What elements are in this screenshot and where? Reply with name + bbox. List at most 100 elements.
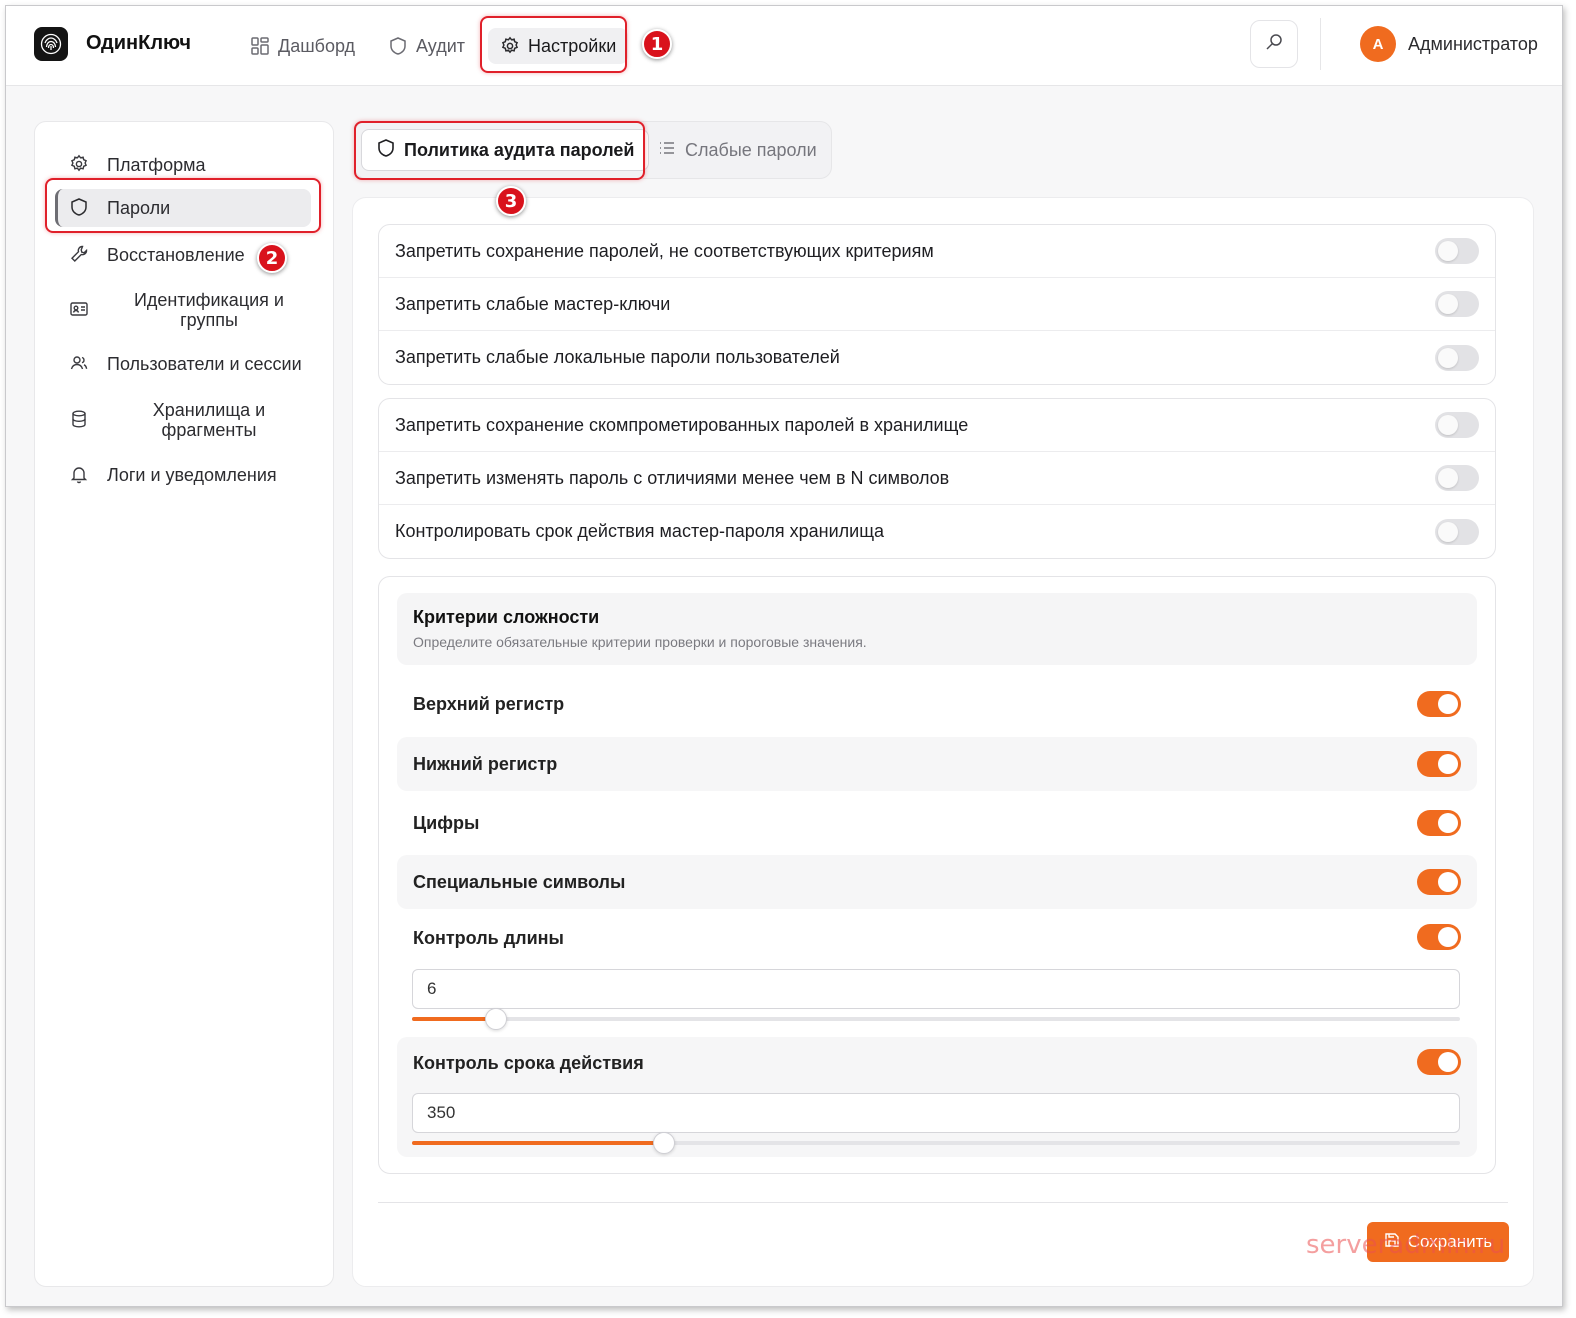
criteria-lowercase: Нижний регистр xyxy=(397,737,1477,791)
criteria-subtitle: Определите обязательные критерии проверк… xyxy=(413,634,867,650)
sidebar-item-identity[interactable]: Идентификация и группы xyxy=(55,288,311,332)
toggle-switch[interactable] xyxy=(1435,238,1479,264)
toggle-switch[interactable] xyxy=(1417,691,1461,717)
bell-icon xyxy=(69,464,91,486)
expiry-slider[interactable] xyxy=(412,1132,1460,1154)
policy-group-1: Запретить сохранение паролей, не соответ… xyxy=(378,224,1496,385)
shield-icon xyxy=(376,138,396,163)
shield-icon xyxy=(388,36,408,56)
setting-row: Запретить сохранение паролей, не соответ… xyxy=(379,225,1495,278)
setting-label: Запретить сохранение скомпрометированных… xyxy=(395,414,969,435)
header-divider xyxy=(1320,18,1321,70)
app-logo-icon[interactable] xyxy=(34,27,68,61)
sidebar-item-logs[interactable]: Логи и уведомления xyxy=(55,462,311,488)
user-name[interactable]: Администратор xyxy=(1408,34,1538,55)
setting-row: Запретить изменять пароль с отличиями ме… xyxy=(379,452,1495,505)
sidebar-item-passwords[interactable]: Пароли xyxy=(55,189,311,227)
tab-password-audit-policy[interactable]: Политика аудита паролей xyxy=(361,129,650,171)
criteria-title: Критерии сложности xyxy=(413,607,600,627)
search-button[interactable] xyxy=(1250,20,1298,68)
gear-icon xyxy=(500,36,520,56)
criteria-label: Контроль срока действия xyxy=(413,1053,644,1073)
toggle-switch[interactable] xyxy=(1417,751,1461,777)
shield-icon xyxy=(69,197,91,219)
wrench-icon xyxy=(69,244,91,266)
nav-settings-label: Настройки xyxy=(528,35,617,56)
setting-row: Запретить слабые мастер-ключи xyxy=(379,278,1495,331)
search-icon xyxy=(1264,32,1284,57)
save-icon xyxy=(1384,1232,1400,1253)
nav-audit-label: Аудит xyxy=(416,35,466,56)
toggle-switch[interactable] xyxy=(1435,518,1479,545)
database-icon xyxy=(69,409,91,431)
brand-name: ОдинКлюч xyxy=(86,32,191,54)
top-header: ОдинКлюч Дашборд Аудит Настройки А Админ… xyxy=(6,6,1562,86)
sidebar-item-label: Хранилища и фрагменты xyxy=(152,400,266,440)
settings-sidebar: Платформа Пароли Восстановление Идентифи… xyxy=(34,121,334,1287)
slider-thumb[interactable] xyxy=(484,1008,507,1030)
tab-label: Политика аудита паролей xyxy=(404,139,635,160)
sidebar-item-label: Идентификация и группы xyxy=(133,290,284,330)
setting-label: Запретить изменять пароль с отличиями ме… xyxy=(395,467,950,488)
annotation-badge: 3 xyxy=(496,186,526,216)
annotation-badge: 2 xyxy=(257,243,287,273)
settings-tabs: Политика аудита паролей Слабые пароли xyxy=(354,121,832,179)
id-card-icon xyxy=(69,299,91,321)
policy-card: Запретить сохранение паролей, не соответ… xyxy=(352,197,1534,1287)
dashboard-icon xyxy=(250,36,270,56)
setting-label: Запретить слабые мастер-ключи xyxy=(395,293,671,314)
sidebar-item-label: Пользователи и сессии xyxy=(107,353,302,374)
toggle-switch[interactable] xyxy=(1435,291,1479,317)
save-label: Сохранить xyxy=(1407,1232,1493,1251)
setting-row: Запретить слабые локальные пароли пользо… xyxy=(379,331,1495,384)
setting-label: Запретить сохранение паролей, не соответ… xyxy=(395,240,934,261)
setting-row: Запретить сохранение скомпрометированных… xyxy=(379,399,1495,452)
criteria-label: Верхний регистр xyxy=(413,693,565,714)
users-icon xyxy=(69,353,91,375)
sidebar-item-label: Платформа xyxy=(107,154,206,175)
toggle-switch[interactable] xyxy=(1417,869,1461,895)
toggle-switch[interactable] xyxy=(1417,1049,1461,1075)
app-window: ОдинКлюч Дашборд Аудит Настройки А Админ… xyxy=(5,5,1563,1307)
tab-label: Слабые пароли xyxy=(685,139,817,160)
criteria-label: Нижний регистр xyxy=(413,753,558,774)
toggle-switch[interactable] xyxy=(1435,344,1479,371)
slider-fill xyxy=(412,1141,664,1145)
annotation-badge: 1 xyxy=(642,29,672,59)
toggle-switch[interactable] xyxy=(1435,465,1479,491)
gear-icon xyxy=(69,154,91,176)
sidebar-item-label: Логи и уведомления xyxy=(107,464,277,485)
criteria-label: Цифры xyxy=(413,812,480,833)
toggle-switch[interactable] xyxy=(1417,810,1461,836)
criteria-special: Специальные символы xyxy=(397,855,1477,909)
complexity-criteria: Критерии сложности Определите обязательн… xyxy=(378,576,1496,1174)
expiry-input[interactable]: 350 xyxy=(412,1093,1460,1133)
sidebar-item-storage[interactable]: Хранилища и фрагменты xyxy=(55,398,311,442)
criteria-header: Критерии сложности Определите обязательн… xyxy=(397,593,1477,665)
footer-divider xyxy=(378,1202,1508,1203)
nav-dashboard[interactable]: Дашборд xyxy=(238,28,367,64)
toggle-switch[interactable] xyxy=(1417,924,1461,950)
toggle-switch[interactable] xyxy=(1435,412,1479,438)
tab-weak-passwords[interactable]: Слабые пароли xyxy=(643,129,831,171)
criteria-label: Специальные символы xyxy=(413,871,626,892)
setting-label: Запретить слабые локальные пароли пользо… xyxy=(395,347,840,367)
slider-fill xyxy=(412,1017,496,1021)
save-button[interactable]: Сохранить xyxy=(1367,1222,1509,1262)
criteria-expiry: Контроль срока действия 350 xyxy=(397,1037,1477,1157)
policy-group-2: Запретить сохранение скомпрометированных… xyxy=(378,398,1496,559)
nav-audit[interactable]: Аудит xyxy=(376,28,477,64)
sidebar-item-users[interactable]: Пользователи и сессии xyxy=(55,351,311,377)
criteria-length: Контроль длины 6 xyxy=(397,912,1477,1032)
sidebar-item-label: Пароли xyxy=(107,197,171,218)
sidebar-item-label: Восстановление xyxy=(107,244,245,265)
slider-thumb[interactable] xyxy=(652,1132,675,1154)
setting-label: Контролировать срок действия мастер-паро… xyxy=(395,521,885,541)
length-slider[interactable] xyxy=(412,1008,1460,1030)
criteria-label: Контроль длины xyxy=(413,928,564,948)
avatar[interactable]: А xyxy=(1360,26,1396,62)
length-input[interactable]: 6 xyxy=(412,969,1460,1009)
nav-settings[interactable]: Настройки xyxy=(488,28,629,64)
sidebar-item-platform[interactable]: Платформа xyxy=(55,152,311,178)
nav-dashboard-label: Дашборд xyxy=(278,35,356,56)
